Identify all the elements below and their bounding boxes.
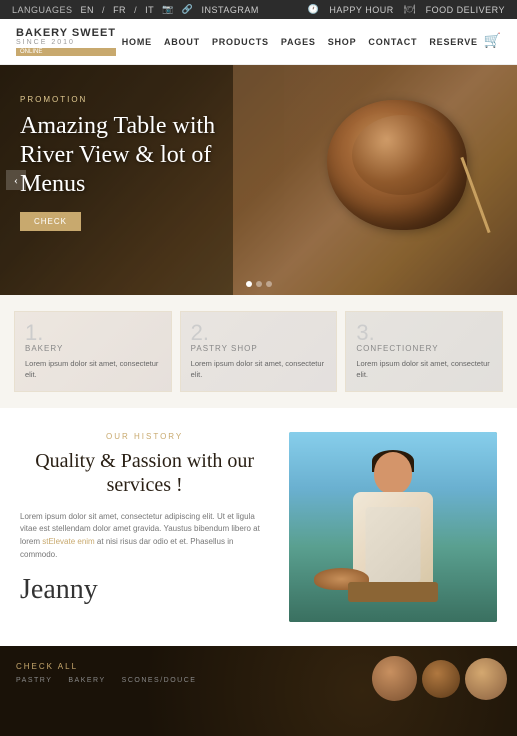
- history-label: OUR HISTORY: [20, 432, 269, 441]
- top-bar-left: LANGUAGES EN / FR / IT 📷 🔗 INSTAGRAM: [12, 4, 259, 15]
- hero-title: Amazing Table with River View & lot of M…: [20, 112, 260, 198]
- languages-label: LANGUAGES: [12, 5, 73, 15]
- history-image: [289, 432, 497, 622]
- hero-dots: [246, 281, 272, 287]
- history-body: Lorem ipsum dolor sit amet, consectetur …: [20, 511, 269, 562]
- logo-title: BAKERY SWEET: [16, 27, 116, 39]
- hero-dot-2[interactable]: [256, 281, 262, 287]
- nav-pages[interactable]: PAGES: [281, 37, 316, 47]
- nav-home[interactable]: HOME: [122, 37, 152, 47]
- footer-dark: CHECK ALL PASTRY BAKERY SCONES/DOUCE: [0, 646, 517, 736]
- history-text: OUR HISTORY Quality & Passion with our s…: [20, 432, 269, 606]
- hero-cta-button[interactable]: CHECK: [20, 212, 81, 231]
- happy-hour-icon: 🕐: [308, 4, 320, 15]
- logo-subtitle: SINCE 2010: [16, 39, 116, 46]
- service-num-1: 1.: [25, 322, 161, 344]
- logo: BAKERY SWEET SINCE 2010 ONLINE: [16, 27, 116, 56]
- nav-about[interactable]: ABOUT: [164, 37, 200, 47]
- hero-prev-arrow[interactable]: ‹: [6, 170, 26, 190]
- service-name-1: Bakery: [25, 344, 161, 353]
- history-title: Quality & Passion with our services !: [20, 449, 269, 497]
- nav-products[interactable]: PRODUCTS: [212, 37, 269, 47]
- service-num-2: 2.: [191, 322, 327, 344]
- footer-cat-3[interactable]: SCONES/DOUCE: [122, 677, 197, 684]
- footer-categories: PASTRY BAKERY SCONES/DOUCE: [16, 677, 501, 684]
- service-name-3: Confectionery: [356, 344, 492, 353]
- service-num-3: 3.: [356, 322, 492, 344]
- service-card-2: 2. Pastry Shop Lorem ipsum dolor sit ame…: [180, 311, 338, 392]
- hero-section: PROMOTION Amazing Table with River View …: [0, 65, 517, 295]
- logo-badge: ONLINE: [16, 48, 116, 56]
- nav-reserve[interactable]: RESERVE: [429, 37, 477, 47]
- service-desc-2: Lorem ipsum dolor sit amet, consectetur …: [191, 358, 327, 381]
- service-card-1: 1. Bakery Lorem ipsum dolor sit amet, co…: [14, 311, 172, 392]
- lang-divider-1: /: [102, 5, 105, 15]
- navbar: BAKERY SWEET SINCE 2010 ONLINE HOME ABOU…: [0, 19, 517, 65]
- signature: Jeanny: [20, 574, 269, 606]
- hero-content: PROMOTION Amazing Table with River View …: [20, 95, 260, 231]
- service-desc-1: Lorem ipsum dolor sit amet, consectetur …: [25, 358, 161, 381]
- lang-divider-2: /: [134, 5, 137, 15]
- service-desc-3: Lorem ipsum dolor sit amet, consectetur …: [356, 358, 492, 381]
- hero-dot-1[interactable]: [246, 281, 252, 287]
- nav-links: HOME ABOUT PRODUCTS PAGES SHOP CONTACT R…: [122, 37, 478, 47]
- nav-shop[interactable]: SHOP: [328, 37, 357, 47]
- check-all-label: CHECK ALL: [16, 662, 501, 671]
- hero-promotion-label: PROMOTION: [20, 95, 260, 104]
- food-delivery-link[interactable]: FOOD DELIVERY: [426, 5, 505, 15]
- food-delivery-icon: 🍽: [404, 4, 416, 15]
- footer-cat-1[interactable]: PASTRY: [16, 677, 52, 684]
- history-body-link[interactable]: stElevate enim: [42, 537, 94, 546]
- cart-icon[interactable]: 🛒: [484, 33, 501, 50]
- bread-tray: [348, 582, 438, 602]
- lang-fr[interactable]: FR: [113, 5, 126, 15]
- lang-en[interactable]: EN: [81, 5, 95, 15]
- topbar-icon-camera: 📷: [162, 4, 174, 15]
- hero-dot-3[interactable]: [266, 281, 272, 287]
- instagram-link[interactable]: INSTAGRAM: [202, 5, 259, 15]
- footer-content: CHECK ALL PASTRY BAKERY SCONES/DOUCE: [16, 662, 501, 684]
- happy-hour-link[interactable]: HAPPY HOUR: [329, 5, 393, 15]
- history-section: OUR HISTORY Quality & Passion with our s…: [0, 408, 517, 646]
- service-cards: 1. Bakery Lorem ipsum dolor sit amet, co…: [0, 295, 517, 408]
- lang-it[interactable]: IT: [145, 5, 154, 15]
- service-card-3: 3. Confectionery Lorem ipsum dolor sit a…: [345, 311, 503, 392]
- bread-visual: [287, 85, 487, 245]
- nav-contact[interactable]: CONTACT: [368, 37, 417, 47]
- wheat-stem: [460, 157, 490, 233]
- service-name-2: Pastry Shop: [191, 344, 327, 353]
- person-head: [374, 452, 412, 494]
- bread-inner: [352, 115, 452, 195]
- top-bar-right: 🕐 HAPPY HOUR 🍽 FOOD DELIVERY: [308, 4, 505, 15]
- person-apron: [366, 507, 421, 582]
- topbar-icon-share: 🔗: [182, 4, 194, 15]
- footer-cat-2[interactable]: BAKERY: [68, 677, 105, 684]
- top-bar: LANGUAGES EN / FR / IT 📷 🔗 INSTAGRAM 🕐 H…: [0, 0, 517, 19]
